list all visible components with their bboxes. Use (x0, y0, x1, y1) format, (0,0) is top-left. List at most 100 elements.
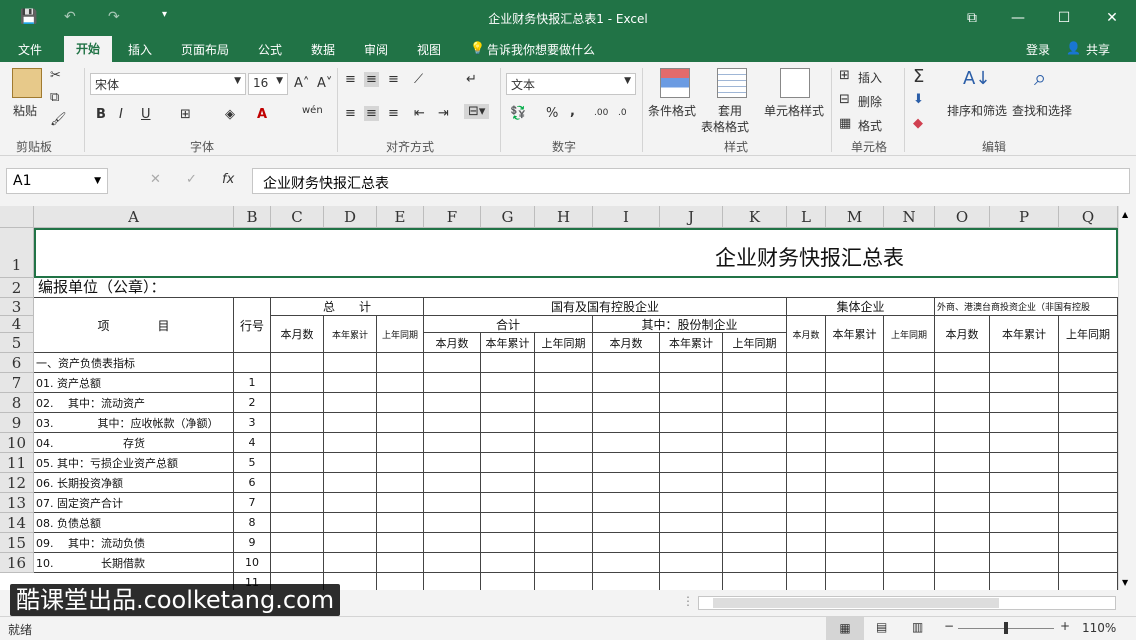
data-cell[interactable] (884, 433, 935, 453)
vertical-scrollbar[interactable]: ▲ ▼ (1118, 206, 1136, 590)
data-cell[interactable] (535, 413, 593, 433)
top-align-icon[interactable]: ≡ (345, 72, 356, 87)
data-cell[interactable] (1059, 453, 1118, 473)
data-cell[interactable] (324, 453, 377, 473)
data-cell[interactable] (787, 393, 826, 413)
data-cell[interactable] (424, 573, 481, 590)
data-cell[interactable] (271, 413, 324, 433)
data-cell[interactable] (593, 473, 660, 493)
line-no-10[interactable]: 10 (234, 553, 271, 573)
data-cell[interactable] (377, 533, 424, 553)
tell-me-box[interactable]: 告诉我你想要做什么 (487, 41, 595, 58)
data-cell[interactable] (593, 513, 660, 533)
data-cell[interactable] (271, 473, 324, 493)
data-cell[interactable] (723, 473, 787, 493)
data-cell[interactable] (324, 393, 377, 413)
data-cell[interactable] (826, 493, 884, 513)
data-cell[interactable] (723, 353, 787, 373)
data-cell[interactable] (535, 393, 593, 413)
data-cell[interactable] (271, 533, 324, 553)
data-cell[interactable] (535, 493, 593, 513)
data-cell[interactable] (535, 553, 593, 573)
scroll-up-icon[interactable]: ▲ (1122, 210, 1128, 219)
data-cell[interactable] (535, 433, 593, 453)
data-cell[interactable] (424, 553, 481, 573)
data-cell[interactable] (787, 453, 826, 473)
data-cell[interactable] (481, 573, 535, 590)
data-cell[interactable] (826, 373, 884, 393)
data-cell[interactable] (1059, 493, 1118, 513)
data-cell[interactable] (826, 573, 884, 590)
column-header-j[interactable]: J (660, 206, 723, 228)
tab-home[interactable]: 开始 (64, 36, 112, 62)
item-label-6[interactable]: 06. 长期投资净额 (34, 473, 234, 493)
data-cell[interactable] (481, 473, 535, 493)
row-header-6[interactable]: 6 (0, 353, 34, 373)
minimize-button[interactable]: — (998, 4, 1038, 32)
data-cell[interactable] (884, 493, 935, 513)
data-cell[interactable] (935, 513, 990, 533)
page-break-view-icon[interactable]: ▥ (912, 620, 923, 634)
data-cell[interactable] (884, 553, 935, 573)
data-cell[interactable] (990, 573, 1059, 590)
state-share-cum-header[interactable]: 本年累计 (660, 333, 723, 353)
state-share-month-header[interactable]: 本月数 (593, 333, 660, 353)
row-header-16[interactable]: 16 (0, 553, 34, 573)
data-cell[interactable] (1059, 353, 1118, 373)
column-header-i[interactable]: I (593, 206, 660, 228)
group-state-header[interactable]: 国有及国有控股企业 (424, 298, 787, 316)
collective-month-header[interactable]: 本月数 (787, 316, 826, 353)
data-cell[interactable] (593, 493, 660, 513)
data-cell[interactable] (424, 453, 481, 473)
state-sum-month-header[interactable]: 本月数 (424, 333, 481, 353)
data-cell[interactable] (723, 553, 787, 573)
column-header-o[interactable]: O (935, 206, 990, 228)
conditional-formatting-button[interactable]: 条件格式 (648, 102, 696, 119)
data-cell[interactable] (826, 553, 884, 573)
data-cell[interactable] (271, 553, 324, 573)
data-cell[interactable] (324, 513, 377, 533)
data-cell[interactable] (1059, 433, 1118, 453)
bold-icon[interactable]: B (96, 107, 106, 122)
data-cell[interactable] (424, 373, 481, 393)
format-as-table-button[interactable]: 套用 (718, 102, 742, 119)
sort-filter-button[interactable]: 排序和筛选 (947, 102, 1007, 119)
data-cell[interactable] (1059, 553, 1118, 573)
scroll-down-icon[interactable]: ▼ (1122, 578, 1128, 587)
data-cell[interactable] (660, 373, 723, 393)
column-header-k[interactable]: K (723, 206, 787, 228)
data-cell[interactable] (535, 573, 593, 590)
data-cell[interactable] (324, 553, 377, 573)
data-cell[interactable] (787, 413, 826, 433)
row-header-1[interactable]: 1 (0, 228, 34, 278)
data-cell[interactable] (1059, 473, 1118, 493)
zoom-level[interactable]: 110% (1082, 621, 1116, 635)
data-cell[interactable] (593, 413, 660, 433)
data-cell[interactable] (884, 533, 935, 553)
fill-icon[interactable]: ⬇ (913, 92, 924, 107)
data-cell[interactable] (660, 433, 723, 453)
data-cell[interactable] (826, 393, 884, 413)
format-as-table-icon[interactable] (717, 68, 747, 98)
data-cell[interactable] (660, 553, 723, 573)
row-header-10[interactable]: 10 (0, 433, 34, 453)
data-cell[interactable] (723, 513, 787, 533)
font-color-icon[interactable]: A (257, 107, 267, 122)
data-cell[interactable] (990, 373, 1059, 393)
data-cell[interactable] (1059, 413, 1118, 433)
data-cell[interactable] (990, 353, 1059, 373)
data-cell[interactable] (481, 353, 535, 373)
row-header-15[interactable]: 15 (0, 533, 34, 553)
data-cell[interactable] (593, 533, 660, 553)
find-select-icon[interactable]: ⌕ (1034, 66, 1046, 91)
tab-review[interactable]: 审阅 (364, 41, 388, 58)
line-no-8[interactable]: 8 (234, 513, 271, 533)
data-cell[interactable] (481, 413, 535, 433)
column-header-c[interactable]: C (271, 206, 324, 228)
data-cell[interactable] (935, 393, 990, 413)
data-cell[interactable] (593, 373, 660, 393)
data-cell[interactable] (481, 553, 535, 573)
find-select-button[interactable]: 查找和选择 (1012, 102, 1072, 119)
italic-icon[interactable]: I (119, 107, 123, 122)
row-header-14[interactable]: 14 (0, 513, 34, 533)
